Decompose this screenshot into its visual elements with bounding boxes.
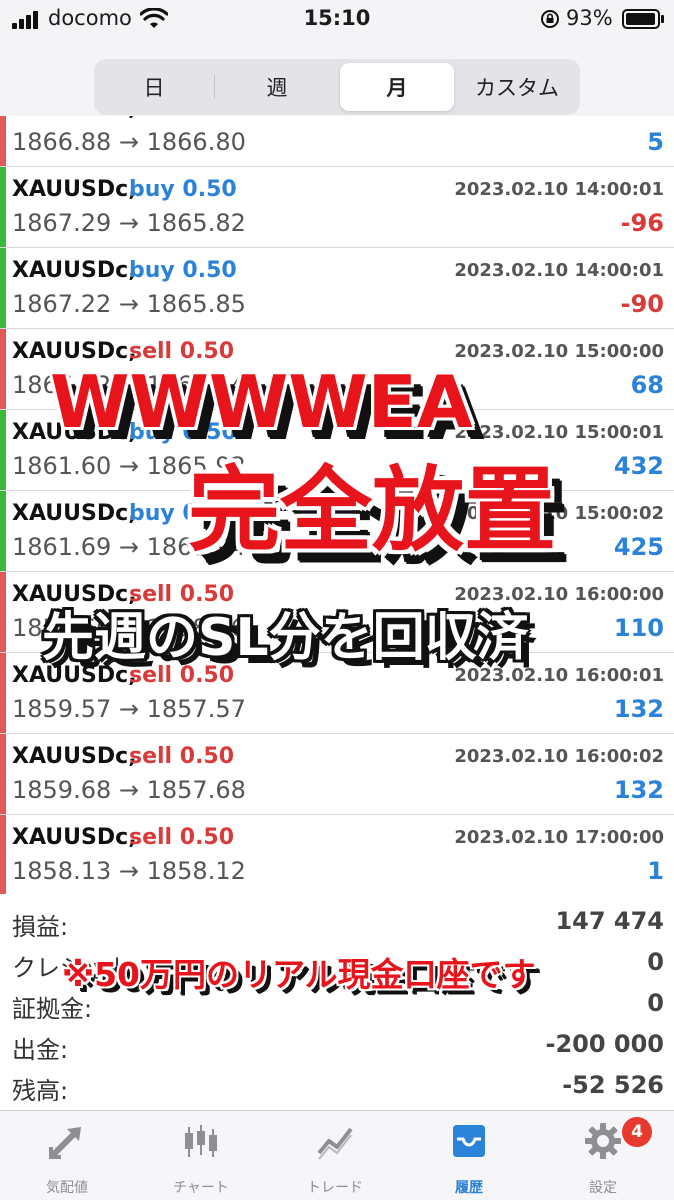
tab-history[interactable]: 履歴 <box>402 1111 536 1200</box>
trade-profit: -96 <box>620 209 664 237</box>
trade-profit: 1 <box>647 857 664 885</box>
trade-price-range: 1866.88 → 1866.80 <box>12 128 246 156</box>
tab-label: 設定 <box>589 1180 617 1196</box>
summary-value: 147 474 <box>555 907 664 935</box>
summary-label: 損益: <box>12 913 69 941</box>
summary-value: -52 526 <box>562 1071 664 1099</box>
sell-indicator-bar <box>0 653 6 733</box>
tab-label: トレード <box>307 1180 363 1196</box>
account-summary: 損益: 147 474 クレジット: 0 証拠金: 0 出金: -200 000… <box>0 895 674 1110</box>
trade-profit: 132 <box>613 695 664 723</box>
trade-symbol: XAUUSDc, <box>12 177 137 202</box>
trade-symbol: XAUUSDc, <box>12 825 137 850</box>
history-inbox-icon <box>453 1125 485 1157</box>
trade-profit: -90 <box>620 290 664 318</box>
trade-time: 2023.02.10 15:00:01 <box>454 422 664 443</box>
quotes-arrows-icon <box>49 1127 81 1159</box>
trade-time: 2023.02.10 15:00:00 <box>454 341 664 362</box>
tab-label: 履歴 <box>455 1180 483 1196</box>
trade-profit: 432 <box>613 452 664 480</box>
sell-indicator-bar <box>0 734 6 814</box>
tab-trade[interactable]: トレード <box>268 1111 402 1200</box>
trade-time: 2023.02.10 14:00:01 <box>454 179 664 200</box>
trade-profit: 110 <box>613 614 664 642</box>
overlay-main-caption: 完全放置 <box>188 457 557 564</box>
trade-price-range: 1867.22 → 1865.85 <box>12 290 246 318</box>
summary-profit-row: 損益: 147 474 <box>0 901 674 941</box>
summary-balance-row: 残高: -52 526 <box>0 1065 674 1105</box>
buy-indicator-bar <box>0 167 6 247</box>
trade-symbol: XAUUSDc, <box>12 501 137 526</box>
segment-divider <box>214 75 215 99</box>
tab-chart[interactable]: チャート <box>134 1111 268 1200</box>
buy-indicator-bar <box>0 248 6 328</box>
trade-side-volume: sell 0.50 <box>129 582 235 607</box>
sell-indicator-bar <box>0 572 6 652</box>
overlay-sub-caption: 先週のSL分を回収済 <box>42 608 529 668</box>
sell-indicator-bar <box>0 329 6 409</box>
summary-value: 0 <box>647 989 664 1017</box>
trade-profit: 425 <box>613 533 664 561</box>
tab-settings[interactable]: 4 設定 <box>536 1111 670 1200</box>
trade-profit: 5 <box>647 128 664 156</box>
summary-label: 残高: <box>12 1077 69 1105</box>
trade-symbol: XAUUSDc, <box>12 258 137 283</box>
tab-label: チャート <box>173 1180 229 1196</box>
trade-time: 2023.02.10 16:00:02 <box>454 746 664 767</box>
trade-price-range: 1859.57 → 1857.57 <box>12 695 246 723</box>
trade-time: 2023.02.10 16:00:01 <box>454 665 664 686</box>
buy-indicator-bar <box>0 410 6 490</box>
battery-icon <box>622 9 664 29</box>
buy-indicator-bar <box>0 491 6 571</box>
overlay-note: ※50万円のリアル現金口座です <box>62 955 536 994</box>
summary-label: 証拠金: <box>12 995 93 1023</box>
trade-row[interactable]: XAUUSDc, sell 0.50 2023.02.10 17:00:00 1858… <box>0 815 674 894</box>
segment-day-tab[interactable]: 日 <box>98 63 210 111</box>
trade-side-volume: sell 0.50 <box>129 744 235 769</box>
summary-label: 出金: <box>12 1036 69 1064</box>
trade-row[interactable]: XAUUSDc,sell 0.50 1866.88 → 1866.80 5 <box>0 116 674 167</box>
trade-price-range: 1867.29 → 1865.82 <box>12 209 246 237</box>
sell-indicator-bar <box>0 815 6 894</box>
notification-badge: 4 <box>622 1117 652 1147</box>
trade-side-volume: sell 0.50 <box>129 116 234 121</box>
battery-percentage: 93% <box>566 6 613 30</box>
tab-label: 気配値 <box>46 1180 88 1196</box>
history-header: 日 週 月 カスタム <box>0 40 674 116</box>
trade-side-volume: buy 0.50 <box>129 258 237 283</box>
tab-quotes[interactable]: 気配値 <box>0 1111 134 1200</box>
trade-row[interactable]: XAUUSDc, sell 0.50 2023.02.10 16:00:02 1859… <box>0 734 674 815</box>
summary-value: 0 <box>647 948 664 976</box>
trade-price-range: 1859.68 → 1857.68 <box>12 776 246 804</box>
trade-row[interactable]: XAUUSDc, buy 0.50 2023.02.10 14:00:01 1867.… <box>0 248 674 329</box>
summary-value: -200 000 <box>545 1030 664 1058</box>
segment-week-tab[interactable]: 週 <box>218 63 336 111</box>
trade-row[interactable]: XAUUSDc, buy 0.50 2023.02.10 14:00:01 1867.… <box>0 167 674 248</box>
sell-indicator-bar <box>0 116 6 166</box>
trade-side-volume: buy 0.50 <box>129 177 237 202</box>
trade-profit: 68 <box>630 371 664 399</box>
status-bar: docomo 15:10 93% <box>0 0 674 40</box>
segment-custom-tab[interactable]: カスタム <box>458 63 576 111</box>
trade-side-volume: sell 0.50 <box>129 825 235 850</box>
period-segmented-control: 日 週 月 カスタム <box>94 59 580 115</box>
trade-chart-icon <box>317 1127 353 1160</box>
trade-time: 2023.02.10 14:00:01 <box>454 260 664 281</box>
trade-symbol: XAUUSDc, <box>12 582 137 607</box>
trade-symbol: XAUUSDc, <box>12 744 137 769</box>
trade-time: 2023.02.10 17:00:00 <box>454 827 664 848</box>
gear-icon <box>585 1123 621 1159</box>
candlestick-icon <box>185 1125 217 1157</box>
summary-withdrawal-row: 出金: -200 000 <box>0 1024 674 1064</box>
trade-symbol: XAUUSDc, <box>12 116 137 121</box>
overlay-title: WWWWEA <box>50 360 473 444</box>
trade-time: 2023.02.10 16:00:00 <box>454 584 664 605</box>
segment-month-tab[interactable]: 月 <box>340 63 454 111</box>
bottom-tab-bar: 気配値 チャート トレード 履歴 4 設定 <box>0 1110 674 1200</box>
trade-profit: 132 <box>613 776 664 804</box>
rotation-lock-icon <box>541 10 559 28</box>
trade-price-range: 1858.13 → 1858.12 <box>12 857 246 885</box>
